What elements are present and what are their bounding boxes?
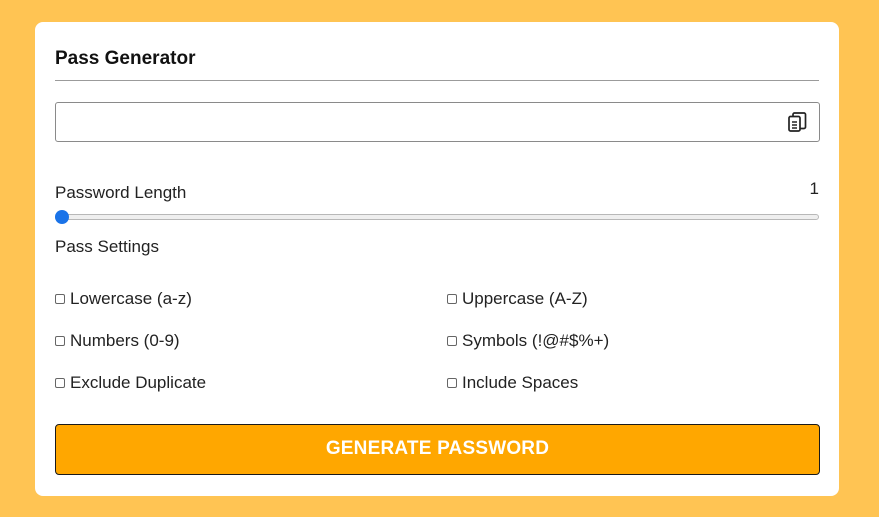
password-output-field[interactable]: [55, 102, 820, 142]
generate-password-button[interactable]: GENERATE PASSWORD: [55, 424, 820, 475]
title-divider: [55, 80, 819, 81]
option-exclude-duplicate[interactable]: Exclude Duplicate: [55, 373, 206, 393]
numbers-checkbox[interactable]: [55, 336, 65, 346]
password-length-value: 1: [809, 179, 819, 198]
pass-settings-label: Pass Settings: [55, 237, 159, 256]
option-numbers[interactable]: Numbers (0-9): [55, 331, 180, 351]
copy-icon[interactable]: [787, 112, 807, 133]
page-title: Pass Generator: [55, 48, 196, 69]
include-spaces-checkbox[interactable]: [447, 378, 457, 388]
include-spaces-label: Include Spaces: [462, 373, 579, 392]
slider-track[interactable]: [55, 214, 819, 220]
symbols-checkbox[interactable]: [447, 336, 457, 346]
exclude-duplicate-label: Exclude Duplicate: [70, 373, 207, 392]
option-symbols[interactable]: Symbols (!@#$%+): [447, 331, 609, 351]
uppercase-checkbox[interactable]: [447, 294, 457, 304]
option-lowercase[interactable]: Lowercase (a-z): [55, 289, 192, 309]
option-uppercase[interactable]: Uppercase (A-Z): [447, 289, 588, 309]
password-generator-card: Pass Generator Password Length 1 Pass Se…: [35, 22, 839, 496]
lowercase-checkbox[interactable]: [55, 294, 65, 304]
exclude-duplicate-checkbox[interactable]: [55, 378, 65, 388]
option-include-spaces[interactable]: Include Spaces: [447, 373, 578, 393]
symbols-label: Symbols (!@#$%+): [462, 331, 610, 350]
password-length-slider[interactable]: [55, 210, 820, 224]
slider-thumb[interactable]: [55, 210, 69, 224]
uppercase-label: Uppercase (A-Z): [462, 289, 588, 308]
lowercase-label: Lowercase (a-z): [70, 289, 192, 308]
password-length-label: Password Length: [55, 183, 187, 202]
numbers-label: Numbers (0-9): [70, 331, 180, 350]
